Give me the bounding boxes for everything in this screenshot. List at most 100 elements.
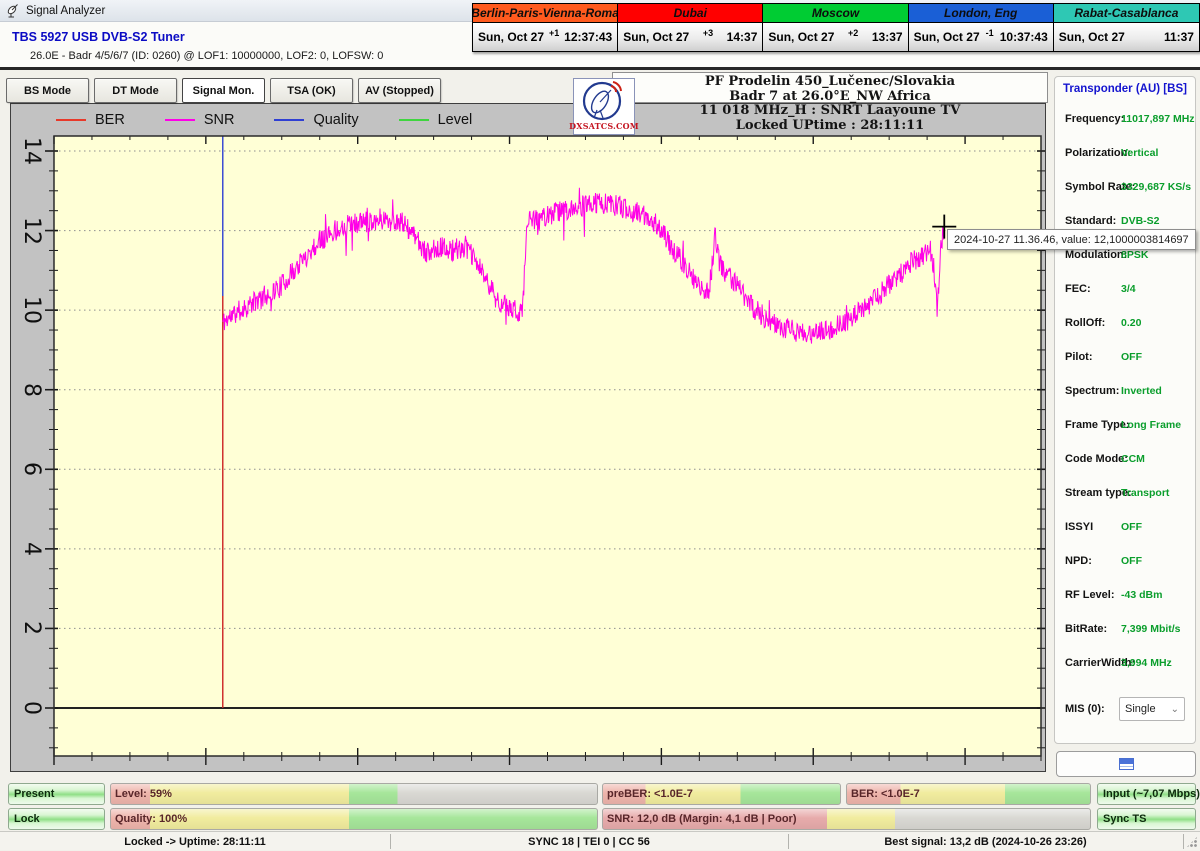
legend-item-ber: BER <box>56 112 165 128</box>
legend-line-swatch <box>274 119 304 121</box>
transponder-row-label: RF Level: <box>1065 589 1115 601</box>
satellite-dish-icon <box>575 79 633 123</box>
transponder-row-value: CCM <box>1121 453 1145 465</box>
clock-city-label: London, Eng <box>909 4 1053 23</box>
clock-city-label: Moscow <box>763 4 907 23</box>
transponder-row-value: Long Frame <box>1121 419 1181 431</box>
mis-selected-value: Single <box>1125 703 1156 715</box>
site-header-line3: 11 018 MHz_H : SNRT Laayoune TV <box>618 104 1042 119</box>
tab-dt-mode[interactable]: DT Mode <box>94 78 177 103</box>
tuner-config: 26.0E - Badr 4/5/6/7 (ID: 0260) @ LOF1: … <box>30 50 383 62</box>
lock-badge: Lock <box>8 808 105 830</box>
clock-london: London, Eng Sun, Oct 27-110:37:43 <box>909 4 1054 51</box>
transponder-row: Frame Type:Long Frame <box>1055 409 1195 443</box>
transponder-row-label: Spectrum: <box>1065 385 1119 397</box>
status-divider <box>1183 834 1184 849</box>
tab-tsa[interactable]: TSA (OK) <box>270 78 353 103</box>
transponder-row: Code Mode:CCM <box>1055 443 1195 477</box>
transponder-row-label: Code Mode: <box>1065 453 1128 465</box>
transponder-row-value: 8PSK <box>1121 249 1148 261</box>
transport-stream-button[interactable] <box>1056 751 1196 777</box>
transponder-row-label: Frequency: <box>1065 113 1124 125</box>
transponder-row: Polarization:Vertical <box>1055 137 1195 171</box>
legend-line-swatch <box>399 119 429 121</box>
chart-legend: BER SNR Quality Level <box>56 108 512 132</box>
resize-grip[interactable] <box>1186 836 1198 848</box>
mis-select[interactable]: Single ⌄ <box>1119 697 1185 721</box>
legend-label: SNR <box>204 112 235 128</box>
legend-label: BER <box>95 112 125 128</box>
transponder-row-label: RollOff: <box>1065 317 1105 329</box>
transponder-row: RF Level:-43 dBm <box>1055 579 1195 613</box>
stream-list-icon <box>1119 758 1134 770</box>
world-clocks: Berlin-Paris-Vienna-Roma Sun, Oct 27+112… <box>472 3 1200 52</box>
transponder-row: NPD: OFF <box>1055 545 1195 579</box>
mis-label: MIS (0): <box>1065 703 1105 715</box>
legend-label: Quality <box>313 112 358 128</box>
legend-item-level: Level <box>399 112 513 128</box>
y-axis-label: 6 <box>20 449 42 489</box>
mis-row: MIS (0): Single ⌄ <box>1055 697 1195 723</box>
clock-dubai: Dubai Sun, Oct 27+314:37 <box>618 4 763 51</box>
transponder-rows: Frequency:11017,897 MHzPolarization:Vert… <box>1055 103 1195 681</box>
window-title: Signal Analyzer <box>26 5 105 17</box>
separator-line <box>0 67 1200 70</box>
transponder-row-label: BitRate: <box>1065 623 1107 635</box>
status-sync-counters: SYNC 18 | TEI 0 | CC 56 <box>390 832 788 851</box>
transponder-row: Spectrum:Inverted <box>1055 375 1195 409</box>
status-uptime: Locked -> Uptime: 28:11:11 <box>0 832 390 851</box>
clock-city-label: Rabat-Casablanca <box>1054 4 1199 23</box>
site-header: PF Prodelin 450_Lučenec/Slovakia Badr 7 … <box>618 75 1042 133</box>
clock-city-label: Dubai <box>618 4 762 23</box>
chevron-down-icon: ⌄ <box>1171 704 1179 715</box>
transponder-row-value: 3/4 <box>1121 283 1136 295</box>
signal-chart[interactable] <box>11 104 1046 772</box>
site-header-line2: Badr 7 at 26.0°E_NW Africa <box>618 90 1042 105</box>
transponder-row-value: 3,994 MHz <box>1121 657 1172 669</box>
transponder-row: RollOff:0.20 <box>1055 307 1195 341</box>
transponder-row-label: Modulation: <box>1065 249 1127 261</box>
transponder-row-label: Standard: <box>1065 215 1116 227</box>
mode-tabs: BS Mode DT Mode Signal Mon. TSA (OK) AV … <box>6 78 441 103</box>
logo-text: DXSATCS.COM <box>569 121 639 131</box>
y-axis-label: 14 <box>20 131 42 171</box>
transponder-row: FEC: 3/4 <box>1055 273 1195 307</box>
y-axis-label: 8 <box>20 370 42 410</box>
transponder-panel: Transponder (AU) [BS] Frequency:11017,89… <box>1054 76 1196 744</box>
quality-meter: Quality: 100% <box>110 808 598 830</box>
y-axis-label: 10 <box>20 290 42 330</box>
transponder-panel-title: Transponder (AU) [BS] <box>1063 83 1189 95</box>
present-badge: Present <box>8 783 105 805</box>
tab-signal-mon[interactable]: Signal Mon. <box>182 78 265 103</box>
sync-ts-badge: Sync TS <box>1097 808 1196 830</box>
y-axis-label: 0 <box>20 688 42 728</box>
status-divider <box>788 834 789 849</box>
transponder-row-label: FEC: <box>1065 283 1091 295</box>
ber-meter: BER: <1.0E-7 <box>846 783 1091 805</box>
transponder-row-value: Vertical <box>1121 147 1158 159</box>
transponder-row-value: OFF <box>1121 351 1142 363</box>
transponder-row-value: OFF <box>1121 555 1142 567</box>
clock-time: Sun, Oct 27+213:37 <box>763 23 907 51</box>
clock-time: Sun, Oct 2711:37 <box>1054 23 1199 51</box>
transponder-row: Stream type:Transport <box>1055 477 1195 511</box>
tab-bs-mode[interactable]: BS Mode <box>6 78 89 103</box>
clock-rabat: Rabat-Casablanca Sun, Oct 2711:37 <box>1054 4 1199 51</box>
clock-berlin: Berlin-Paris-Vienna-Roma Sun, Oct 27+112… <box>473 4 618 51</box>
tab-av[interactable]: AV (Stopped) <box>358 78 441 103</box>
transponder-row: Frequency:11017,897 MHz <box>1055 103 1195 137</box>
transponder-row-label: NPD: <box>1065 555 1092 567</box>
transponder-row-value: 3329,687 KS/s <box>1121 181 1191 193</box>
transponder-row: CarrierWidth:3,994 MHz <box>1055 647 1195 681</box>
site-header-line1: PF Prodelin 450_Lučenec/Slovakia <box>618 75 1042 90</box>
clock-time: Sun, Oct 27+314:37 <box>618 23 762 51</box>
status-best-signal: Best signal: 13,2 dB (2024-10-26 23:26) <box>788 832 1183 851</box>
y-axis-label: 4 <box>20 529 42 569</box>
tuner-name: TBS 5927 USB DVB-S2 Tuner <box>12 30 185 44</box>
status-bar: Locked -> Uptime: 28:11:11 SYNC 18 | TEI… <box>0 831 1200 850</box>
transponder-row-value: OFF <box>1121 521 1142 533</box>
site-header-line4: Locked UPtime : 28:11:11 <box>618 119 1042 134</box>
utc-offset: +3 <box>703 28 713 38</box>
clock-time: Sun, Oct 27-110:37:43 <box>909 23 1053 51</box>
transponder-row-value: Inverted <box>1121 385 1162 397</box>
